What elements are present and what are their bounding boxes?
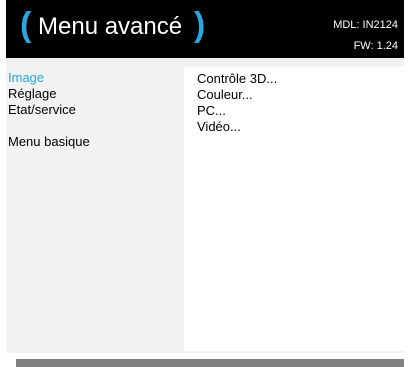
submenu-item-controle-3d[interactable]: Contrôle 3D... xyxy=(197,71,277,87)
menu-item-etat-service[interactable]: Etat/service xyxy=(6,102,176,118)
submenu-item-video[interactable]: Vidéo... xyxy=(197,119,277,135)
submenu-list: Contrôle 3D... Couleur... PC... Vidéo... xyxy=(197,71,277,135)
submenu-item-couleur[interactable]: Couleur... xyxy=(197,87,277,103)
left-menu: Image Réglage Etat/service Menu basique xyxy=(6,70,176,150)
submenu-item-pc[interactable]: PC... xyxy=(197,103,277,119)
menu-item-image[interactable]: Image xyxy=(6,70,176,86)
menu-window: ( Menu avancé ) MDL: IN2124 FW: 1.24 Ima… xyxy=(6,0,404,353)
submenu-panel: Contrôle 3D... Couleur... PC... Vidéo... xyxy=(184,67,404,351)
menu-header: ( Menu avancé ) MDL: IN2124 FW: 1.24 xyxy=(6,0,404,58)
title-open-paren: ( xyxy=(20,6,32,44)
title-close-paren: ) xyxy=(194,6,206,44)
menu-body: Image Réglage Etat/service Menu basique … xyxy=(6,58,404,353)
bottom-bar xyxy=(16,359,404,367)
menu-item-reglage[interactable]: Réglage xyxy=(6,86,176,102)
menu-title: Menu avancé xyxy=(38,13,183,40)
model-label: MDL: IN2124 xyxy=(333,19,398,31)
menu-spacer xyxy=(6,118,176,134)
firmware-label: FW: 1.24 xyxy=(353,40,398,52)
menu-item-menu-basique[interactable]: Menu basique xyxy=(6,134,176,150)
